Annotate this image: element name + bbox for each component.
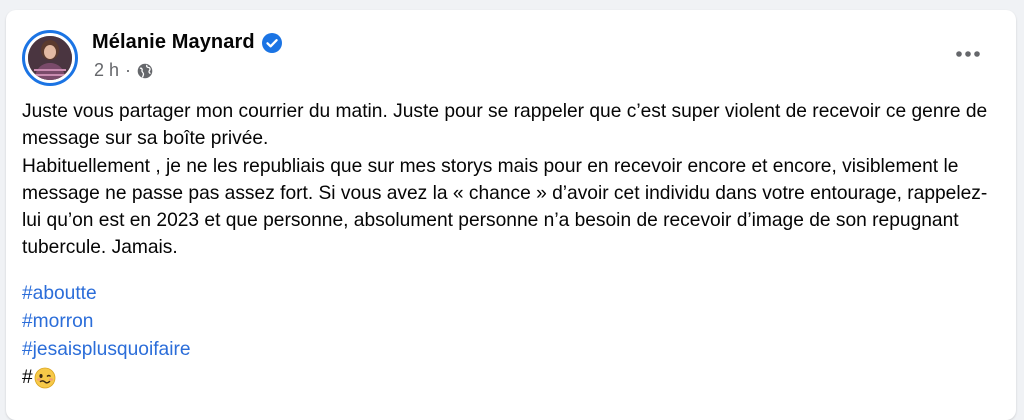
post-card: Mélanie Maynard 2 h · Juste vous partage… <box>6 10 1016 420</box>
hash-symbol: # <box>22 367 33 388</box>
verified-badge-icon <box>261 32 283 54</box>
avatar-image-icon <box>28 36 72 80</box>
post-meta: 2 h · <box>94 60 153 81</box>
post-paragraph: Juste vous partager mon courrier du mati… <box>22 101 988 150</box>
ellipsis-icon <box>956 51 980 57</box>
avatar-photo <box>28 36 72 80</box>
post-text: Juste vous partager mon courrier du mati… <box>22 98 997 262</box>
author-row: Mélanie Maynard <box>92 31 283 54</box>
hashtag-link[interactable]: #morron <box>22 308 191 336</box>
author-name[interactable]: Mélanie Maynard <box>92 31 255 54</box>
hashtag-link[interactable]: #aboutte <box>22 280 191 308</box>
woozy-face-icon <box>34 367 56 389</box>
emoji-line: # <box>22 364 191 392</box>
more-options-button[interactable] <box>950 42 986 66</box>
hashtag-link[interactable]: #jesaisplusquoifaire <box>22 336 191 364</box>
avatar[interactable] <box>22 30 78 86</box>
post-paragraph: Habituellement , je ne les republiais qu… <box>22 155 988 259</box>
globe-icon[interactable] <box>137 63 153 79</box>
meta-separator: · <box>125 60 132 80</box>
post-timestamp[interactable]: 2 h <box>94 60 119 81</box>
hashtag-list: #aboutte #morron #jesaisplusquoifaire # <box>22 280 191 392</box>
